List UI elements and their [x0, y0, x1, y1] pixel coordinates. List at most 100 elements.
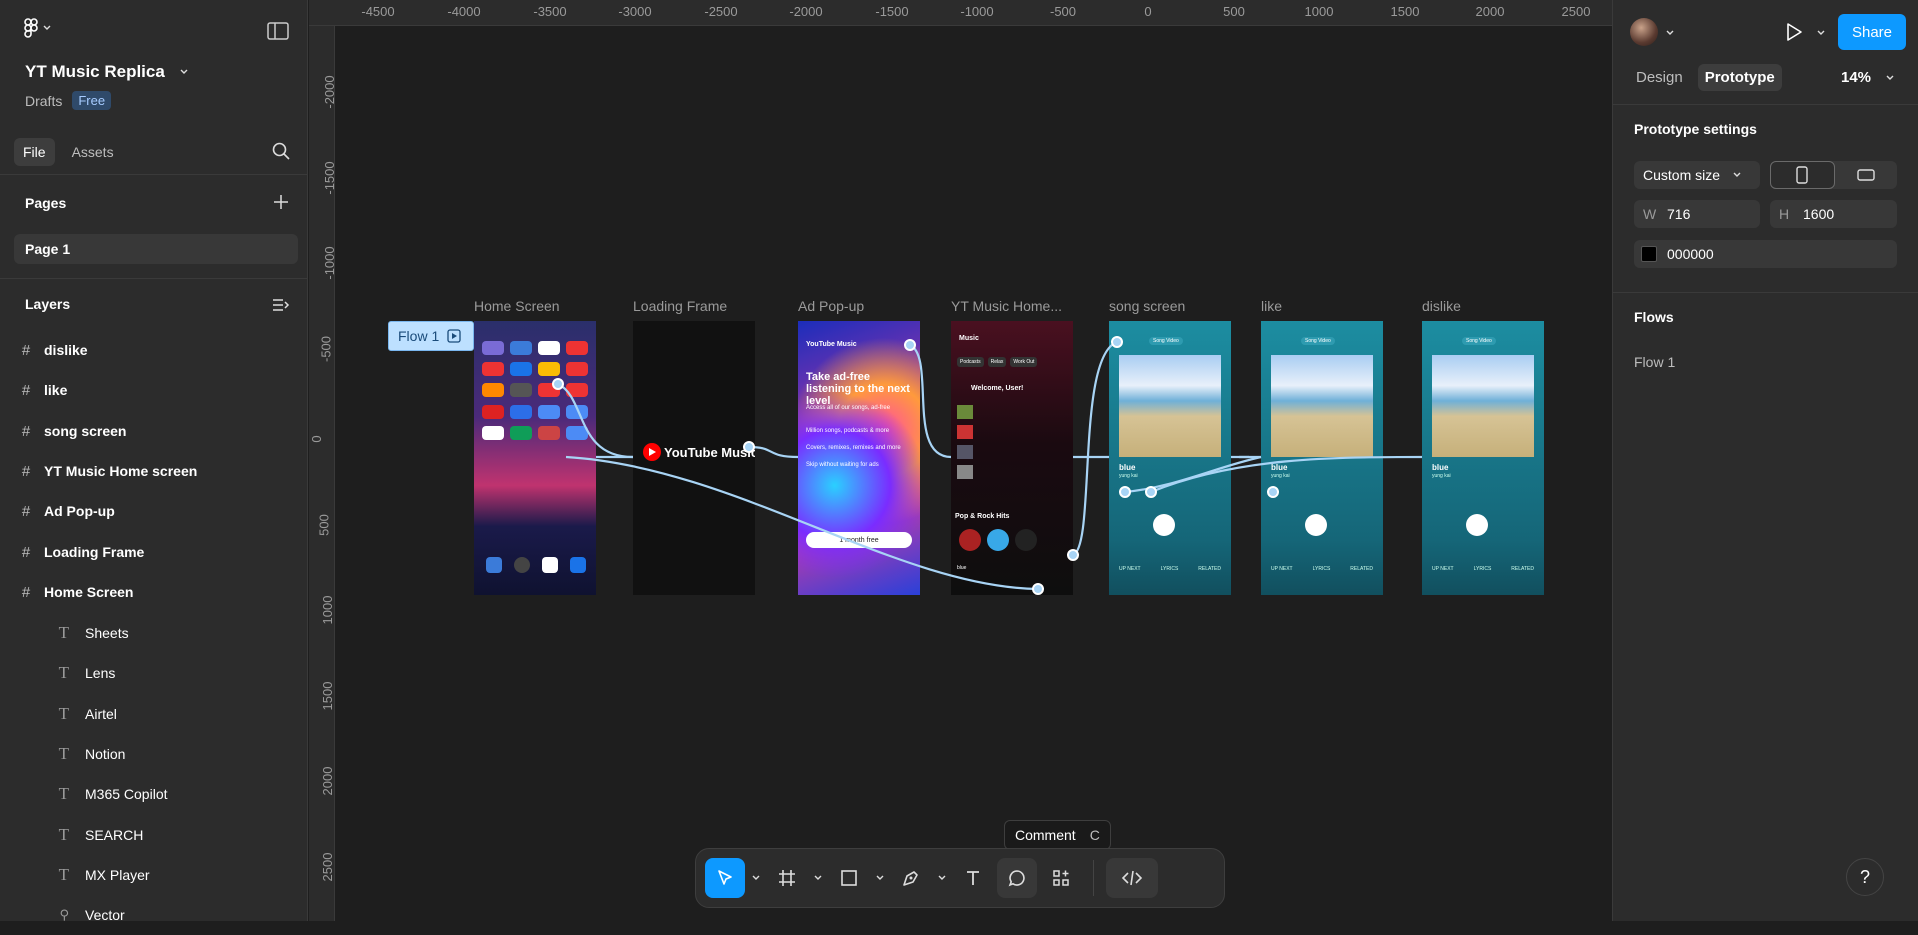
ruler-tick: 1000	[319, 595, 335, 625]
frame-icon: #	[21, 502, 31, 520]
move-tool-menu[interactable]	[749, 873, 763, 883]
ruler-tick: -1000	[322, 246, 338, 280]
toolbar-divider	[1093, 860, 1094, 896]
layer-yt-music-home-screen[interactable]: # YT Music Home screen	[0, 451, 308, 491]
layer-name: Lens	[85, 665, 116, 681]
zoom-value: 14%	[1841, 69, 1872, 86]
toggle-sidebar-icon[interactable]	[267, 22, 289, 40]
height-value: 1600	[1803, 206, 1835, 222]
layer-like[interactable]: # like	[0, 370, 308, 410]
background-color-value: 000000	[1667, 246, 1714, 262]
share-button[interactable]: Share	[1838, 14, 1906, 50]
layer-loading-frame[interactable]: # Loading Frame	[0, 532, 308, 572]
tab-file[interactable]: File	[14, 138, 55, 166]
file-title[interactable]: YT Music Replica	[25, 62, 189, 82]
file-title-text: YT Music Replica	[25, 62, 165, 81]
layer-name: Notion	[85, 746, 126, 762]
layer-ad-pop-up[interactable]: # Ad Pop-up	[0, 491, 308, 531]
frame-icon	[777, 868, 797, 888]
move-tool-button[interactable]	[705, 858, 745, 898]
ruler-tick: -4500	[361, 4, 395, 19]
tab-prototype[interactable]: Prototype	[1697, 64, 1782, 91]
text-icon: T	[58, 663, 69, 682]
zoom-control[interactable]: 14%	[1841, 69, 1895, 86]
tab-assets[interactable]: Assets	[63, 138, 123, 166]
plan-badge: Free	[72, 91, 112, 110]
connector-node	[1267, 486, 1279, 498]
flow-item-flow-1[interactable]: Flow 1	[1634, 354, 1675, 370]
connector-loading-to-ad	[748, 445, 799, 459]
layer-vector[interactable]: ⚲ Vector	[0, 895, 308, 935]
text-icon: T	[58, 623, 69, 642]
user-avatar[interactable]	[1630, 18, 1658, 46]
background-color-field[interactable]: 000000	[1634, 240, 1897, 268]
actions-tool-button[interactable]	[1041, 858, 1081, 898]
connector-node	[1032, 583, 1044, 595]
frame-tool-button[interactable]	[767, 858, 807, 898]
chevron-down-icon[interactable]	[1816, 28, 1826, 38]
dev-mode-toggle[interactable]	[1106, 858, 1158, 898]
connector-home-to-song	[1072, 340, 1118, 557]
drafts-link[interactable]: Drafts	[25, 93, 62, 109]
design-canvas[interactable]: Home Screen Loading Frame Ad Pop-up YT M…	[336, 27, 1612, 921]
color-swatch[interactable]	[1641, 246, 1657, 262]
pen-icon	[901, 868, 921, 888]
layers-collapse-icon[interactable]	[272, 297, 290, 313]
comment-tool-button[interactable]	[997, 858, 1037, 898]
left-panel: YT Music Replica Drafts Free File Assets…	[0, 0, 308, 923]
ruler-tick: 0	[1144, 4, 1152, 19]
layer-home-screen[interactable]: # Home Screen	[0, 572, 308, 612]
layer-sheets[interactable]: T Sheets	[0, 613, 308, 653]
landscape-button[interactable]	[1835, 161, 1898, 189]
chevron-down-icon	[42, 23, 52, 33]
help-button[interactable]: ?	[1846, 858, 1884, 896]
connector-node	[1111, 336, 1123, 348]
ruler-tick: 2500	[1561, 4, 1591, 19]
device-dropdown[interactable]: Custom size	[1634, 161, 1760, 189]
ruler-tick: -1500	[875, 4, 909, 19]
layer-lens[interactable]: T Lens	[0, 653, 308, 693]
width-field[interactable]: W 716	[1634, 200, 1760, 228]
chevron-down-icon[interactable]	[1665, 28, 1675, 38]
layer-mx-player[interactable]: T MX Player	[0, 855, 308, 895]
text-icon: T	[58, 704, 69, 723]
layer-search[interactable]: T SEARCH	[0, 815, 308, 855]
tab-design[interactable]: Design	[1629, 64, 1690, 91]
layer-dislike[interactable]: # dislike	[0, 330, 308, 370]
pen-tool-menu[interactable]	[935, 873, 949, 883]
height-field[interactable]: H 1600	[1770, 200, 1897, 228]
pen-tool-button[interactable]	[891, 858, 931, 898]
shape-tool-button[interactable]	[829, 858, 869, 898]
layer-notion[interactable]: T Notion	[0, 734, 308, 774]
shape-tool-menu[interactable]	[873, 873, 887, 883]
orientation-toggle	[1770, 161, 1897, 189]
text-icon: T	[58, 825, 69, 844]
connector-ad-to-home	[909, 344, 952, 459]
layer-name: Sheets	[85, 625, 129, 641]
layer-m365-copilot[interactable]: T M365 Copilot	[0, 774, 308, 814]
ruler-tick: -500	[1049, 4, 1077, 19]
portrait-button[interactable]	[1770, 161, 1835, 189]
ruler-tick: -2500	[704, 4, 738, 19]
search-icon[interactable]	[272, 142, 290, 160]
present-play-icon[interactable]	[1785, 22, 1803, 42]
comment-tooltip: Comment C	[1004, 820, 1111, 850]
layer-name: song screen	[44, 423, 127, 439]
connector-node	[1145, 486, 1157, 498]
layer-airtel[interactable]: T Airtel	[0, 694, 308, 734]
pages-heading: Pages	[25, 195, 67, 211]
frame-icon: #	[21, 422, 31, 440]
text-tool-button[interactable]	[953, 858, 993, 898]
chevron-down-icon	[1885, 73, 1895, 83]
chevron-down-icon	[751, 873, 761, 883]
ruler-tick: -1500	[322, 161, 338, 195]
ruler-tick: -2000	[322, 75, 338, 109]
main-menu-button[interactable]	[24, 18, 52, 38]
add-page-icon[interactable]	[273, 194, 289, 210]
layer-song-screen[interactable]: # song screen	[0, 411, 308, 451]
ruler-tick: 1000	[1304, 4, 1334, 19]
cursor-icon	[715, 868, 735, 888]
frame-tool-menu[interactable]	[811, 873, 825, 883]
page-item-page-1[interactable]: Page 1	[14, 234, 298, 264]
text-icon: T	[58, 784, 69, 803]
